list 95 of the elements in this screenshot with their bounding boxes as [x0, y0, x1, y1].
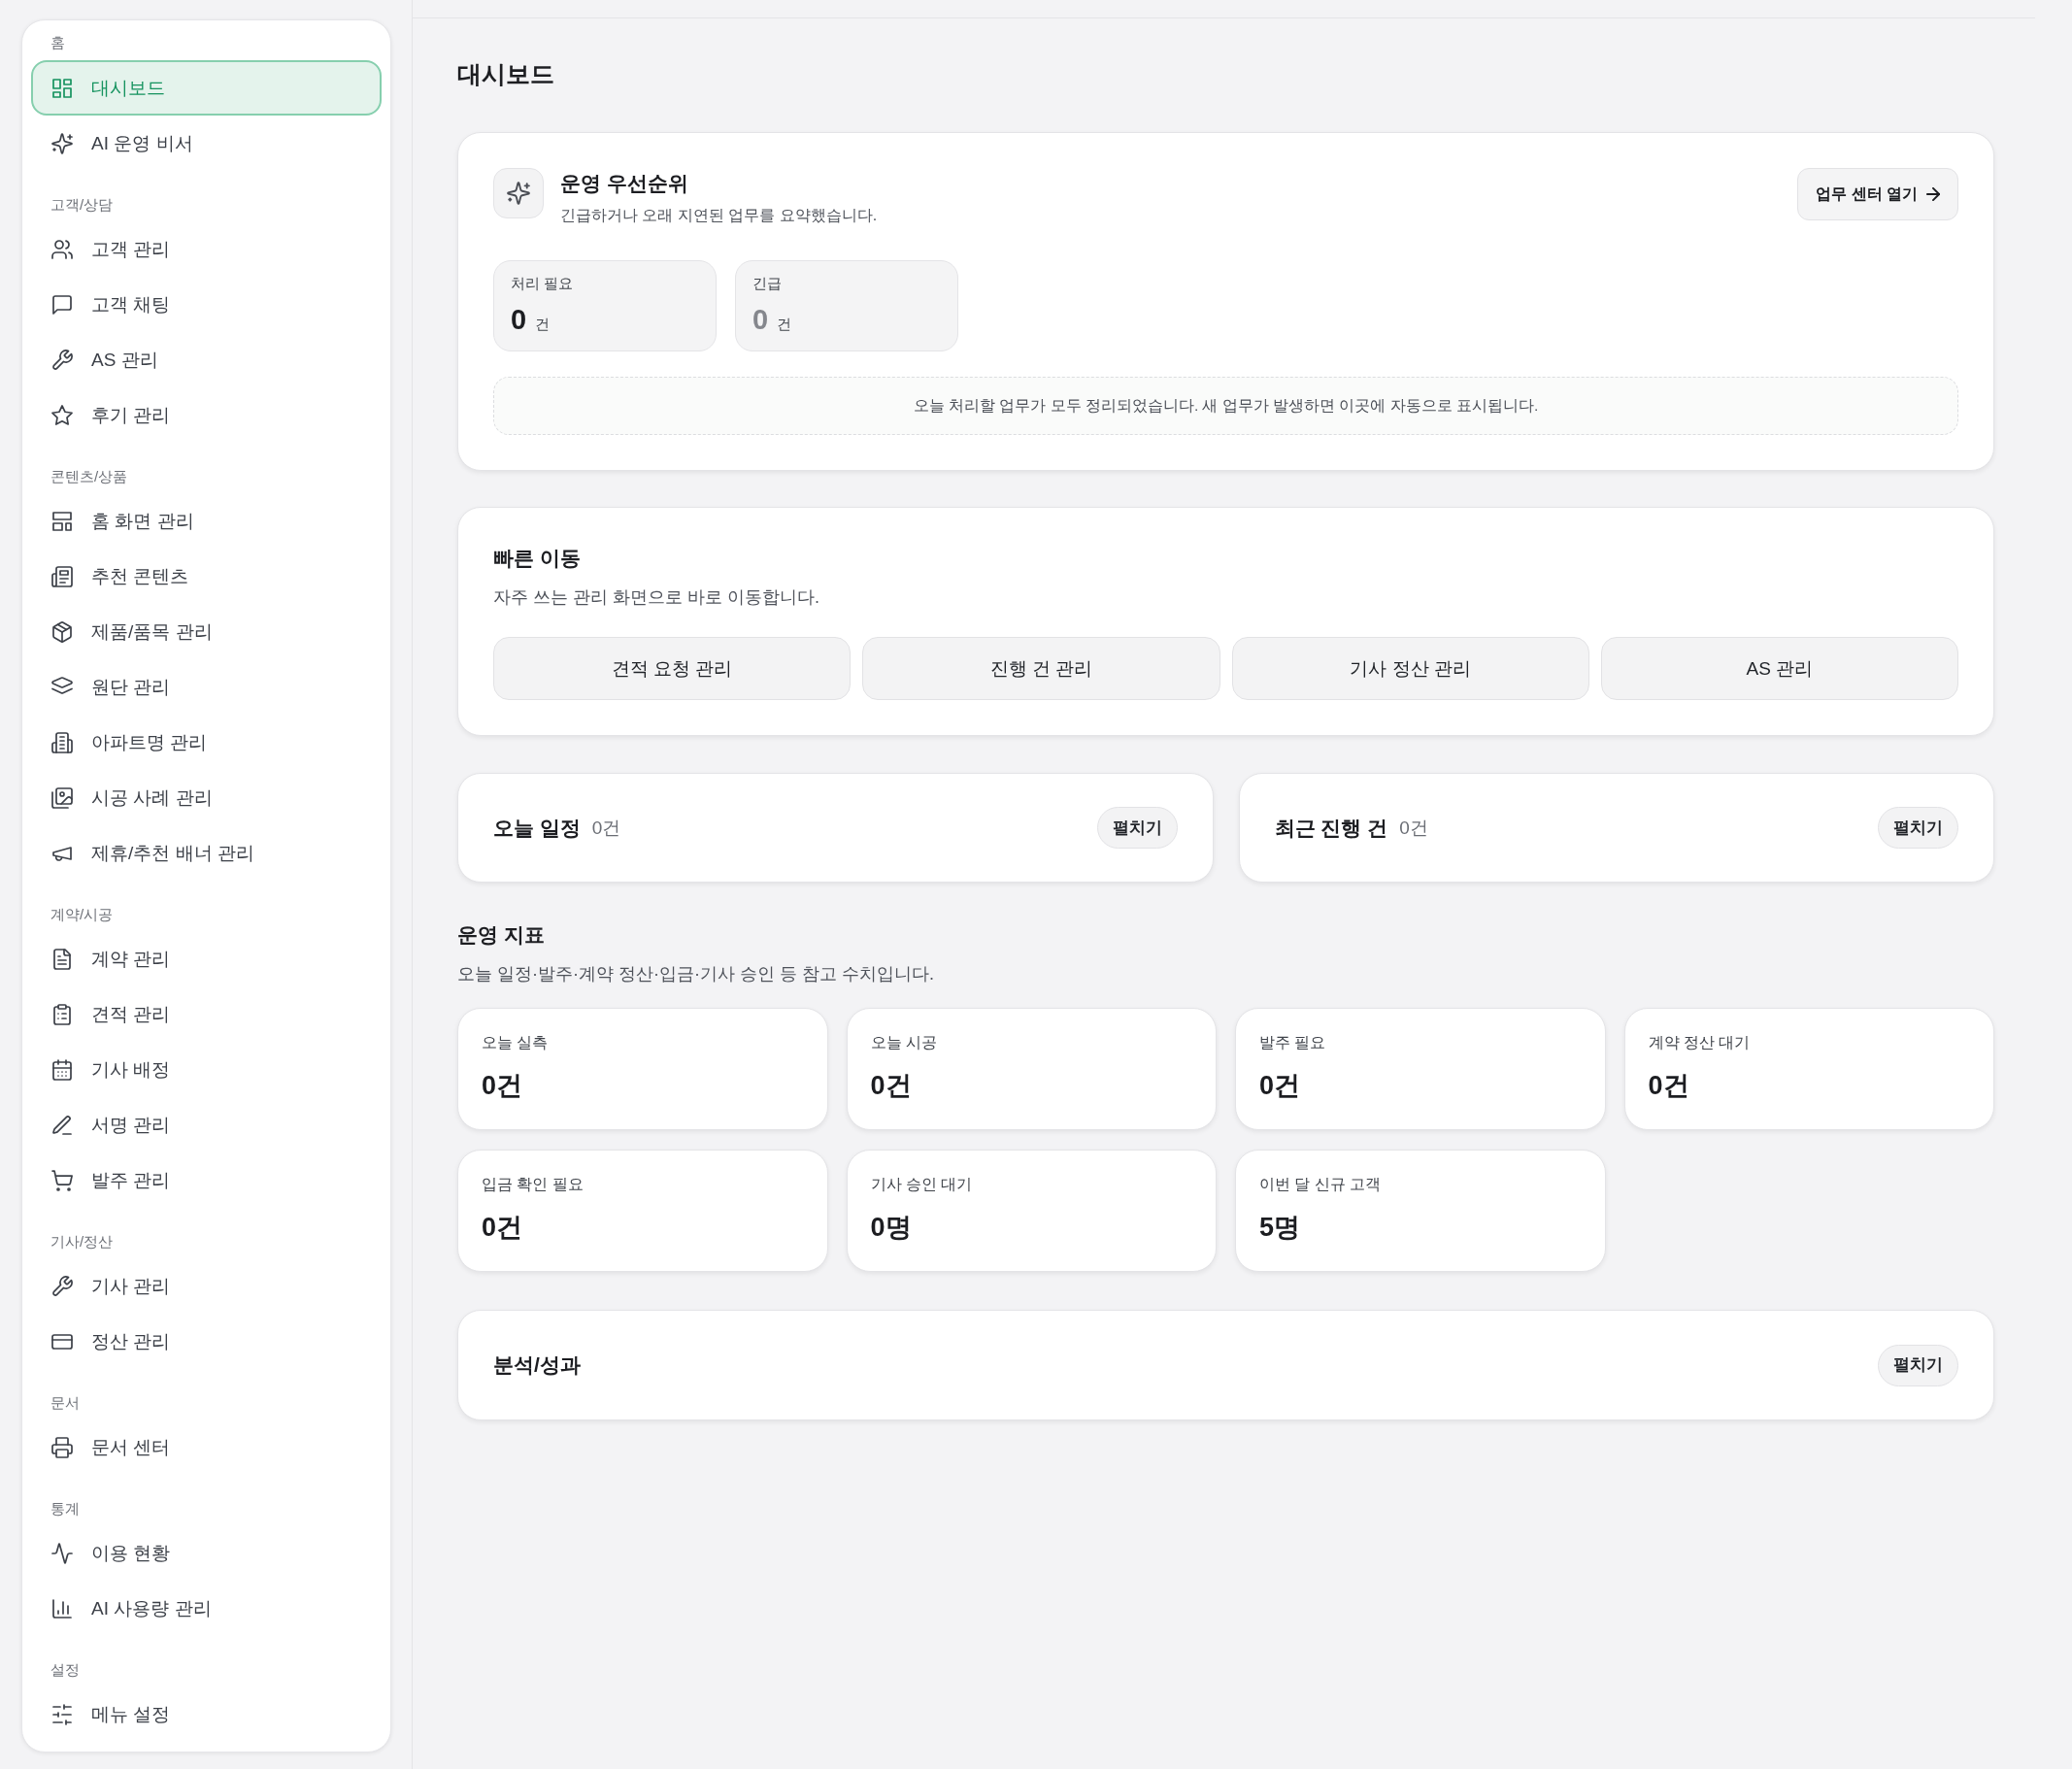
expand-button[interactable]: 펼치기 — [1878, 1344, 1958, 1386]
arrow-right-icon — [1926, 187, 1940, 201]
metric-value: 0건 — [870, 1070, 913, 1102]
metric-label: 이번 달 신규 고객 — [1259, 1175, 1383, 1194]
sidebar-item[interactable]: AI 운영 비서 — [31, 116, 382, 171]
sliders-icon — [51, 1703, 73, 1725]
building-icon — [51, 731, 73, 753]
section-label: 계약/시공 — [50, 905, 115, 924]
calendar-icon — [51, 1058, 73, 1081]
sidebar-item[interactable]: 제품/품목 관리 — [31, 604, 382, 659]
sidebar-item[interactable]: 계약 관리 — [31, 931, 382, 986]
card-subtitle: 긴급하거나 오래 지연된 업무를 요약했습니다. — [560, 206, 878, 225]
section-label: 콘텐츠/상품 — [50, 467, 129, 486]
sidebar-item[interactable]: 발주 관리 — [31, 1152, 382, 1208]
layout-icon — [51, 510, 73, 532]
sidebar-item[interactable]: 기사 배정 — [31, 1042, 382, 1097]
quick-link-button[interactable]: 진행 건 관리 — [862, 637, 1220, 700]
sidebar-item[interactable]: 견적 관리 — [31, 986, 382, 1042]
metric-label: 오늘 시공 — [870, 1033, 938, 1052]
sidebar-item[interactable]: 메뉴 설정 — [31, 1686, 382, 1742]
sidebar-item[interactable]: 고객 채팅 — [31, 277, 382, 332]
card-title: 운영 우선순위 — [560, 171, 689, 196]
sidebar-item[interactable]: AS 관리 — [31, 332, 382, 387]
metric-label: 입금 확인 필요 — [482, 1175, 585, 1194]
stat-unit: 건 — [535, 316, 551, 334]
stat-value: 0 — [511, 303, 527, 336]
cart-icon — [51, 1169, 73, 1191]
sidebar-item[interactable]: 제휴/추천 배너 관리 — [31, 825, 382, 881]
quick-link-button[interactable]: AS 관리 — [1600, 637, 1958, 700]
newspaper-icon — [51, 565, 73, 587]
expand-button[interactable]: 펼치기 — [1096, 807, 1178, 849]
sparkles-icon — [493, 168, 544, 218]
metric-value: 5명 — [1259, 1212, 1302, 1244]
clipboard-icon — [51, 1003, 73, 1025]
quick-link-button[interactable]: 기사 정산 관리 — [1231, 637, 1589, 700]
sidebar-item[interactable]: 이용 현황 — [31, 1525, 382, 1581]
section-label: 고객/상담 — [50, 195, 115, 215]
metric-value: 0건 — [482, 1070, 524, 1102]
metric-value: 0건 — [1259, 1070, 1302, 1102]
bar-chart-icon — [51, 1597, 73, 1619]
metric-label: 오늘 실측 — [482, 1033, 550, 1052]
sidebar-item[interactable]: 고객 관리 — [31, 221, 382, 277]
sidebar-item[interactable]: 문서 센터 — [31, 1419, 382, 1475]
panel-title: 분석/성과 — [493, 1352, 581, 1378]
section-title: 운영 지표 — [457, 922, 546, 948]
sidebar-item[interactable]: 홈 화면 관리 — [31, 493, 382, 549]
grid-icon — [51, 77, 73, 99]
users-icon — [51, 238, 73, 260]
document-icon — [51, 948, 73, 970]
card-title: 빠른 이동 — [493, 546, 582, 571]
pen-icon — [51, 1114, 73, 1136]
open-button[interactable]: 업무 센터 열기 — [1797, 168, 1958, 220]
sparkles-icon — [51, 132, 73, 154]
sidebar-item[interactable]: 서명 관리 — [31, 1097, 382, 1152]
section-subtitle: 오늘 일정·발주·계약 정산·입금·기사 승인 등 참고 수치입니다. — [457, 963, 935, 985]
panel-count: 0건 — [1399, 816, 1428, 840]
section-label: 홈 — [50, 33, 66, 52]
panel-count: 0건 — [591, 816, 621, 840]
sidebar-item[interactable]: 원단 관리 — [31, 659, 382, 715]
page-title: 대시보드 — [457, 59, 555, 89]
metric-label: 발주 필요 — [1259, 1033, 1327, 1052]
panel-title: 오늘 일정 — [493, 815, 581, 841]
stat-label: 긴급 — [752, 274, 783, 293]
metric-label: 계약 정산 대기 — [1648, 1033, 1752, 1052]
section-label: 기사/정산 — [50, 1232, 115, 1252]
printer-icon — [51, 1436, 73, 1458]
section-label: 설정 — [50, 1660, 81, 1680]
empty-notice: 오늘 처리할 업무가 모두 정리되었습니다. 새 업무가 발생하면 이곳에 자동으로 표시됩니다. — [493, 377, 1958, 435]
sidebar-item[interactable]: 아파트명 관리 — [31, 715, 382, 770]
wrench-icon — [51, 1275, 73, 1297]
metric-value: 0건 — [482, 1212, 524, 1244]
stat-label: 처리 필요 — [511, 274, 575, 293]
sidebar-item[interactable]: 기사 관리 — [31, 1258, 382, 1314]
sidebar-item[interactable]: 후기 관리 — [31, 387, 382, 443]
panel-title: 최근 진행 건 — [1274, 815, 1388, 841]
star-icon — [51, 404, 73, 426]
quick-link-button[interactable]: 견적 요청 관리 — [493, 637, 852, 700]
pulse-icon — [51, 1542, 73, 1564]
sidebar-item[interactable]: 시공 사례 관리 — [31, 770, 382, 825]
chat-bubble-icon — [51, 293, 73, 316]
section-label: 문서 — [50, 1393, 81, 1413]
sidebar-item[interactable]: 추천 콘텐츠 — [31, 549, 382, 604]
images-icon — [51, 786, 73, 809]
expand-button[interactable]: 펼치기 — [1878, 807, 1958, 849]
card-subtitle: 자주 쓰는 관리 화면으로 바로 이동합니다. — [493, 586, 820, 609]
metric-value: 0명 — [870, 1212, 913, 1244]
section-label: 통계 — [50, 1499, 81, 1519]
sidebar-item[interactable]: AI 사용량 관리 — [31, 1581, 382, 1636]
stat-value: 0 — [752, 303, 769, 336]
metric-label: 기사 승인 대기 — [870, 1175, 974, 1194]
stat-unit: 건 — [777, 316, 792, 334]
wrench-icon — [51, 349, 73, 371]
metric-value: 0건 — [1648, 1070, 1690, 1102]
sidebar-item[interactable]: 정산 관리 — [31, 1314, 382, 1369]
box-icon — [51, 620, 73, 643]
